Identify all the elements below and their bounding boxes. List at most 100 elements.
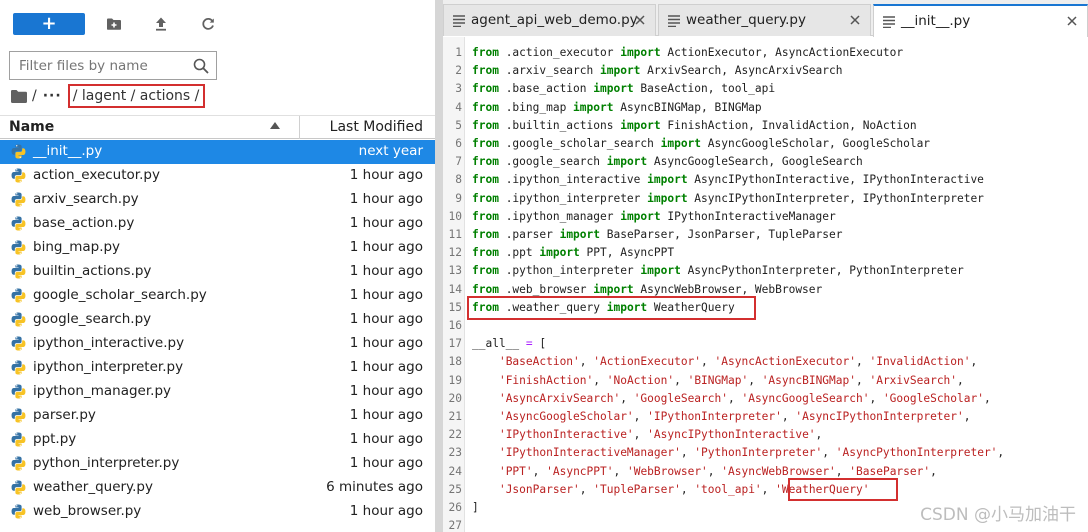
python-file-icon [11,360,26,375]
code-keyword: from [472,191,499,205]
refresh-icon[interactable] [197,13,219,35]
file-row[interactable]: weather_query.py 6 minutes ago [0,476,435,500]
code-line: 2 from .arxiv_search import ArxivSearch, … [443,62,1088,80]
breadcrumb-ellipsis[interactable]: ··· [43,88,62,104]
python-file-icon [11,480,26,495]
home-folder-icon[interactable] [11,89,27,103]
close-icon[interactable] [848,13,862,27]
file-row[interactable]: arxiv_search.py 1 hour ago [0,188,435,212]
code-string: 'AsyncBINGMap' [761,373,856,387]
line-number: 11 [448,228,462,241]
file-row[interactable]: __init__.py next year [0,140,435,164]
code-token: , [815,428,823,442]
file-browser-toolbar: + [0,0,435,46]
text-file-icon [453,15,465,27]
python-file-icon [11,144,26,159]
line-number: 17 [448,337,462,351]
tab-init[interactable]: __init__.py [873,4,1088,37]
code-line: 21 'AsyncGoogleScholar', 'IPythonInterpr… [443,408,1088,426]
code-text: 'JsonParser', 'TupleParser', 'tool_api',… [472,481,870,499]
code-operator: = [525,337,533,351]
file-row[interactable]: google_search.py 1 hour ago [0,308,435,332]
upload-icon[interactable] [150,13,172,35]
file-row[interactable]: ipython_manager.py 1 hour ago [0,380,435,404]
python-file-icon [11,168,26,183]
code-token: PPT, AsyncPPT [579,246,675,260]
new-folder-icon[interactable] [103,13,125,35]
file-row[interactable]: ipython_interpreter.py 1 hour ago [0,356,435,380]
code-string: 'GoogleScholar' [882,391,984,405]
code-keyword: from [472,300,499,314]
code-keyword: import [573,100,614,114]
code-text: 'PPT', 'AsyncPPT', 'WebBrowser', 'AsyncW… [472,463,937,481]
new-launcher-button[interactable]: + [13,13,85,35]
code-string: 'ActionExecutor' [593,355,702,369]
code-text: from .base_action import BaseAction, too… [472,80,775,98]
code-token: ] [472,501,479,514]
file-row[interactable]: builtin_actions.py 1 hour ago [0,260,435,284]
code-line: 22 'IPythonInteractive', 'AsyncIPythonIn… [443,426,1088,444]
code-token: .ipython_interpreter [498,191,648,205]
line-number: 14 [448,282,462,296]
file-row[interactable]: python_interpreter.py 1 hour ago [0,452,435,476]
code-keyword: from [472,173,499,187]
code-keyword: from [472,228,499,241]
code-line: 11 from .parser import BaseParser, JsonPa… [443,226,1088,244]
close-icon[interactable] [1065,14,1079,28]
breadcrumb-path[interactable]: / lagent / actions / [73,88,200,104]
file-row[interactable]: base_action.py 1 hour ago [0,212,435,236]
file-row[interactable]: bing_map.py 1 hour ago [0,236,435,260]
code-token: .ipython_interactive [498,173,648,187]
code-string: 'AsyncActionExecutor' [714,355,856,369]
file-row[interactable]: ipython_interactive.py 1 hour ago [0,332,435,356]
file-row[interactable]: web_browser.py 1 hour ago [0,500,435,524]
code-keyword: from [472,137,499,150]
code-string: 'FinishAction' [498,373,594,387]
code-string: 'NoAction' [606,373,675,387]
code-text: 'BaseAction', 'ActionExecutor', 'AsyncAc… [472,353,977,371]
code-text: from .python_interpreter import AsyncPyt… [472,262,964,280]
close-icon[interactable] [633,13,647,27]
sort-ascending-icon[interactable] [270,122,280,129]
file-row[interactable]: google_scholar_search.py 1 hour ago [0,284,435,308]
code-text: 'AsyncGoogleScholar', 'IPythonInterprete… [472,408,971,426]
code-line: 18 'BaseAction', 'ActionExecutor', 'Asyn… [443,353,1088,371]
file-modified: next year [358,143,423,159]
code-editor[interactable]: 1 from .action_executor import ActionExec… [443,37,1088,532]
code-keyword: from [472,155,499,169]
code-token: .python_interpreter [498,264,641,278]
column-divider[interactable] [299,116,300,139]
code-token: IPythonInteractiveManager [660,209,836,223]
file-row[interactable]: action_executor.py 1 hour ago [0,164,435,188]
code-token: , [633,428,648,442]
code-line: 8 from .ipython_interactive import AsyncI… [443,171,1088,189]
code-line: 15 from .weather_query import WeatherQuer… [443,299,1088,317]
file-modified: 1 hour ago [349,383,423,399]
file-row[interactable]: ppt.py 1 hour ago [0,428,435,452]
filter-files-input[interactable] [10,52,190,79]
code-token: AsyncPythonInterpreter, PythonInterprete… [680,264,964,278]
text-file-icon [668,15,680,27]
code-token: , [680,482,695,496]
search-icon[interactable] [193,58,209,74]
code-keyword: from [472,64,499,78]
panel-splitter[interactable] [435,0,443,532]
column-header-last-modified[interactable]: Last Modified [330,119,423,135]
column-header-name[interactable]: Name [9,119,54,135]
code-token: , [707,464,722,478]
tab-weather-query[interactable]: weather_query.py [658,4,871,36]
code-token: , [593,373,607,387]
file-row[interactable]: parser.py 1 hour ago [0,404,435,428]
tab-agent-api-web-demo[interactable]: agent_api_web_demo.py [443,4,656,36]
code-keyword: import [660,137,702,150]
code-text: 'IPythonInteractiveManager', 'PythonInte… [472,444,1004,462]
file-name: builtin_actions.py [33,263,152,279]
code-token: , [997,446,1005,460]
code-token: AsyncWebBrowser, WebBrowser [633,282,823,296]
code-string: 'PPT' [498,464,533,478]
code-string: 'AsyncWebBrowser' [721,464,836,478]
code-token: ArxivSearch, AsyncArxivSearch [640,64,843,78]
code-keyword: from [472,100,499,114]
